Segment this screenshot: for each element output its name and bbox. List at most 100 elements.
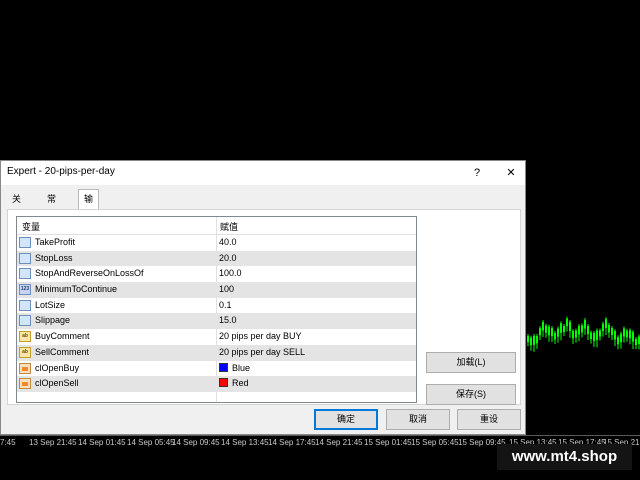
candle-body: [530, 337, 532, 346]
candle-body: [557, 328, 559, 337]
candle-body: [617, 337, 619, 345]
candle-body: [566, 318, 568, 327]
watermark: www.mt4.shop: [497, 444, 632, 470]
tab-inputs[interactable]: 输入参数: [78, 189, 100, 258]
param-name: MinimumToContinue: [35, 284, 118, 295]
param-name: StopLoss: [35, 252, 73, 263]
candle-body: [560, 323, 562, 333]
tab-common[interactable]: 常用: [42, 191, 61, 220]
string-param-icon: ab: [19, 346, 31, 358]
column-header-value[interactable]: 赋值: [220, 220, 238, 233]
param-name: StopAndReverseOnLossOf: [35, 268, 144, 279]
candle-body: [587, 325, 589, 334]
help-button[interactable]: ?: [467, 164, 487, 182]
candle-body: [629, 330, 631, 339]
param-name: Slippage: [35, 315, 71, 326]
param-row[interactable]: clOpenSell Red: [17, 376, 416, 392]
candle-body: [605, 319, 607, 329]
candle-body: [578, 325, 580, 335]
tab-about[interactable]: 关于: [7, 191, 26, 220]
candle-body: [527, 336, 529, 342]
param-value[interactable]: 15.0: [219, 315, 237, 325]
param-value[interactable]: Red: [219, 378, 249, 388]
grid-header: 变量 赋值: [17, 217, 416, 235]
time-axis-label: 15 Sep 01:45: [364, 438, 412, 447]
candle-body: [572, 330, 574, 339]
param-name: BuyComment: [35, 331, 90, 342]
color-name: Red: [232, 378, 249, 389]
param-value[interactable]: 20 pips per day SELL: [219, 347, 305, 357]
param-value[interactable]: 20 pips per day BUY: [219, 331, 302, 341]
candle-body: [536, 335, 538, 344]
time-axis-label: 14 Sep 05:45: [127, 438, 175, 447]
param-value[interactable]: 0.1: [219, 300, 232, 310]
integer-param-icon: 123: [19, 284, 31, 296]
param-row[interactable]: Slippage 15.0: [17, 313, 416, 330]
candle-body: [596, 330, 598, 340]
candle-body: [614, 331, 616, 340]
candle-body: [584, 320, 586, 329]
column-header-variable[interactable]: 变量: [22, 220, 40, 233]
param-value[interactable]: 100.0: [219, 268, 242, 278]
close-icon[interactable]: ✕: [501, 164, 521, 182]
param-name: clOpenSell: [35, 378, 79, 389]
color-swatch: [219, 378, 228, 388]
candle-body: [602, 323, 604, 332]
param-row[interactable]: LotSize 0.1: [17, 298, 416, 314]
candle-body: [611, 327, 613, 335]
param-row[interactable]: StopLoss 20.0: [17, 250, 416, 267]
color-swatch: [219, 362, 228, 372]
param-value[interactable]: 100: [219, 284, 234, 294]
ok-button[interactable]: 确定: [314, 409, 378, 430]
double-param-icon: [19, 299, 31, 311]
time-axis-label: 14 Sep 09:45: [172, 438, 220, 447]
expert-properties-dialog: Expert - 20-pips-per-day ? ✕ 关于 常用 输入参数 …: [0, 160, 526, 435]
candle-body: [554, 332, 556, 340]
candle-body: [620, 333, 622, 343]
param-row[interactable]: TakeProfit 40.0: [17, 235, 416, 251]
load-button[interactable]: 加载(L): [426, 352, 516, 373]
candle-body: [626, 330, 628, 338]
param-row[interactable]: ab SellComment 20 pips per day SELL: [17, 344, 416, 361]
time-axis-label: 14 Sep 01:45: [78, 438, 126, 447]
candle-body: [575, 330, 577, 338]
param-row[interactable]: ab BuyComment 20 pips per day BUY: [17, 329, 416, 345]
candle-body: [632, 332, 634, 342]
reset-button[interactable]: 重设: [457, 409, 521, 430]
time-axis-label: 13 Sep 21:45: [29, 438, 77, 447]
double-param-icon: [19, 237, 31, 248]
candle-body: [545, 325, 547, 333]
candle-body: [569, 321, 571, 331]
param-name: clOpenBuy: [35, 362, 80, 373]
candle-body: [539, 328, 541, 336]
dialog-titlebar[interactable]: Expert - 20-pips-per-day ? ✕: [1, 161, 525, 185]
param-name: LotSize: [35, 299, 66, 310]
candle-body: [635, 339, 637, 346]
time-axis-label: 14 Sep 17:45: [268, 438, 316, 447]
param-value[interactable]: 20.0: [219, 253, 237, 263]
candle-body: [581, 325, 583, 333]
time-axis-label: 7:45: [0, 438, 16, 447]
candle-body: [599, 330, 601, 337]
price-candles: [527, 316, 640, 352]
double-param-icon: [19, 315, 31, 327]
color-param-icon: [19, 362, 31, 374]
param-value[interactable]: Blue: [219, 362, 251, 373]
candle-body: [608, 324, 610, 333]
candle-body: [593, 332, 595, 341]
color-name: Blue: [232, 362, 251, 373]
parameters-grid: 变量 赋值 TakeProfit 40.0 StopLoss 20.0 Stop…: [16, 216, 417, 403]
param-name: TakeProfit: [35, 237, 76, 247]
param-row[interactable]: clOpenBuy Blue: [17, 361, 416, 377]
param-value[interactable]: 40.0: [219, 237, 237, 247]
param-name: SellComment: [35, 346, 90, 357]
time-axis-label: 14 Sep 21:45: [315, 438, 363, 447]
time-axis-label: 15 Sep 05:45: [411, 438, 459, 447]
candle-body: [623, 328, 625, 337]
param-row[interactable]: StopAndReverseOnLossOf 100.0: [17, 266, 416, 282]
dialog-title: Expert - 20-pips-per-day: [7, 166, 115, 177]
cancel-button[interactable]: 取消: [386, 409, 450, 430]
save-button[interactable]: 保存(S): [426, 384, 516, 405]
candle-body: [533, 335, 535, 345]
param-row[interactable]: 123 MinimumToContinue 100: [17, 282, 416, 298]
